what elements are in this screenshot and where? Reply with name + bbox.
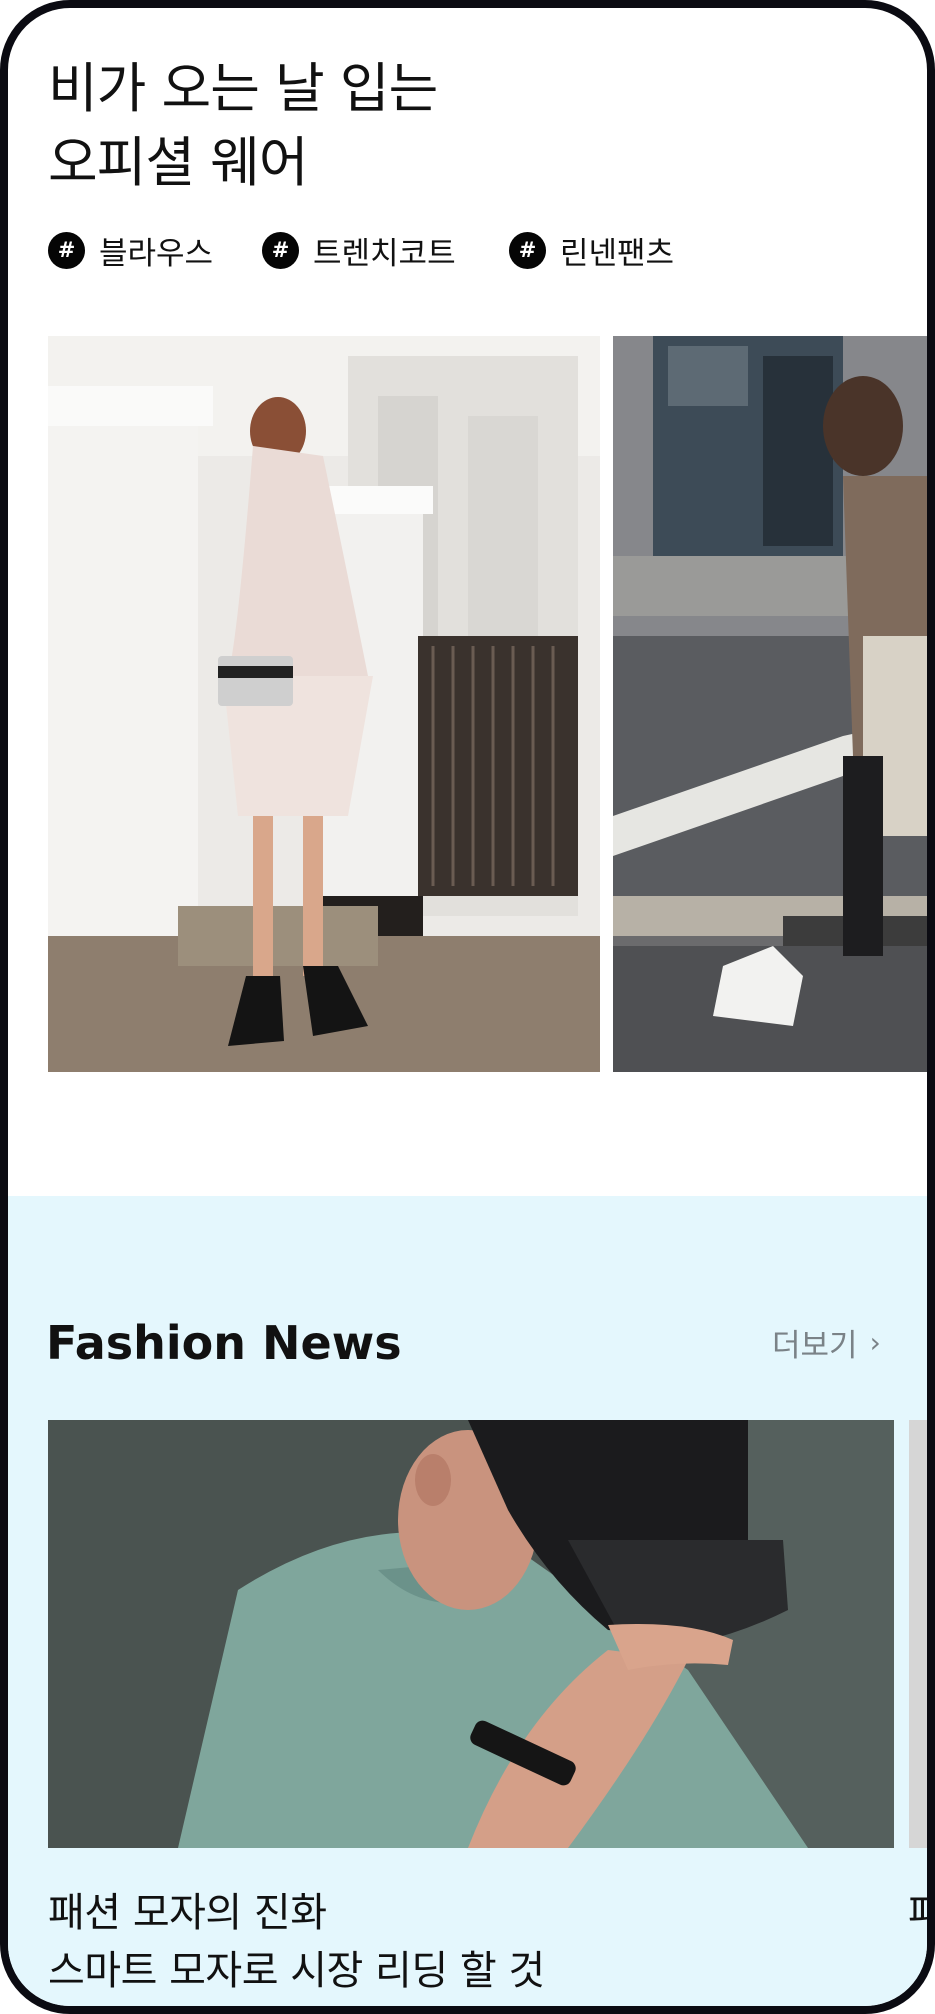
outfit-photo-trench-coat[interactable]	[48, 336, 600, 1072]
hashtag-icon: #	[48, 231, 85, 269]
tag-linen-pants[interactable]: # 린넨팬츠	[509, 230, 675, 272]
more-label: 더보기	[772, 1328, 858, 1364]
section-title-line-2: 오피셜 웨어	[48, 131, 309, 194]
phone-frame: 비가 오는 날 입는 오피셜 웨어 # 블라우스 # 트렌치코트 # 린넨팬츠	[0, 0, 935, 2014]
section-title-line-1: 비가 오는 날 입는	[48, 57, 438, 120]
tag-blouse[interactable]: # 블라우스	[48, 230, 214, 272]
outfit-photo-street[interactable]	[613, 336, 927, 1072]
hashtag-icon: #	[262, 231, 299, 269]
more-button[interactable]: 더보기 ›	[772, 1320, 881, 1365]
next-article-image-peek[interactable]	[909, 1420, 927, 1848]
tag-trench-coat[interactable]: # 트렌치코트	[262, 230, 456, 272]
hashtag-icon: #	[509, 231, 546, 269]
tag-label: 블라우스	[99, 235, 214, 272]
next-article-caption-peek[interactable]: 패	[908, 1884, 927, 1942]
caption-line-1: 패션 모자의 진화	[48, 1890, 327, 1936]
caption-line-2: 스마트 모자로 시장 리딩 할 것	[48, 1948, 545, 1994]
fashion-news-section: Fashion News 더보기 › 패션 모자의 진화 스마트 모자로 시장 …	[8, 1196, 927, 2006]
section-title: 비가 오는 날 입는 오피셜 웨어	[48, 52, 748, 200]
tag-label: 린넨팬츠	[560, 235, 675, 272]
news-article-caption[interactable]: 패션 모자의 진화 스마트 모자로 시장 리딩 할 것	[48, 1884, 848, 2000]
tag-label: 트렌치코트	[313, 235, 456, 272]
chevron-right-icon: ›	[869, 1326, 881, 1359]
news-article-image[interactable]	[48, 1420, 894, 1848]
news-section-title: Fashion News	[46, 1316, 402, 1370]
